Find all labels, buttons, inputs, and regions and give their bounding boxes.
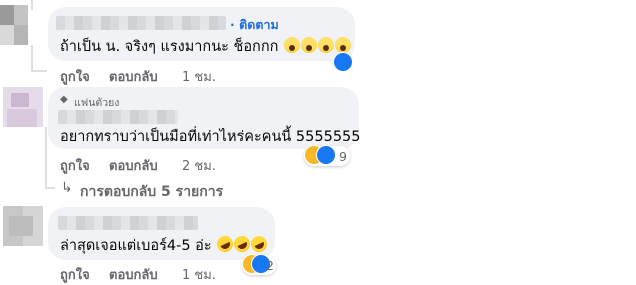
commenter-name-blurred[interactable]	[58, 110, 178, 124]
scream-emoji-icon	[335, 37, 351, 53]
avatar[interactable]	[3, 87, 43, 127]
scream-emoji-icon	[284, 37, 300, 53]
top-fan-gem-icon: ◆	[60, 94, 68, 105]
comment-bubble: · ติดตาม ถ้าเป็น น. จริงๆ แรงมากนะ ช็อกก…	[48, 7, 355, 61]
reaction-count: 2	[266, 258, 274, 273]
scream-emoji-icon	[301, 37, 317, 53]
top-fan-badge: แฟนตัวยง	[74, 97, 120, 109]
thread-connector	[45, 187, 55, 189]
comment-text-body: ล่าสุดเจอแต่เบอร์4-5 อ่ะ	[60, 238, 212, 254]
reply-button[interactable]: ตอบกลับ	[109, 155, 158, 176]
comment-text-body: ถ้าเป็น น. จริงๆ แรงมากนะ ช็อกกก	[60, 39, 279, 55]
reaction-count: 9	[339, 149, 347, 164]
reply-button[interactable]: ตอบกลับ	[109, 264, 158, 285]
scream-emoji-icon	[318, 37, 334, 53]
reply-button[interactable]: ตอบกลับ	[109, 66, 158, 87]
reaction-summary[interactable]: 9	[304, 145, 350, 166]
comment-bubble: ล่าสุดเจอแต่เบอร์4-5 อ่ะ	[48, 207, 275, 260]
thread-connector	[31, 70, 47, 72]
like-button[interactable]: ถูกใจ	[60, 264, 90, 285]
commenter-name-blurred[interactable]	[56, 16, 226, 30]
comment-timestamp[interactable]: 1 ชม.	[182, 66, 216, 87]
comment-bubble: ◆ แฟนตัวยง อยากทราบว่าเป็นมือที่เท่าไหร่…	[48, 87, 361, 149]
comment-timestamp[interactable]: 1 ชม.	[182, 264, 216, 285]
comment-text: อยากทราบว่าเป็นมือที่เท่าไหร่คะคนนี้ 555…	[60, 129, 361, 145]
comment-text: ล่าสุดเจอแต่เบอร์4-5 อ่ะ	[60, 233, 270, 255]
follow-link[interactable]: · ติดตาม	[230, 15, 279, 35]
comment-text: ถ้าเป็น น. จริงๆ แรงมากนะ ช็อกกก	[60, 37, 351, 56]
commenter-name-blurred[interactable]	[58, 216, 198, 230]
like-button[interactable]: ถูกใจ	[60, 155, 90, 176]
thread-connector	[31, 45, 33, 70]
like-button[interactable]: ถูกใจ	[60, 66, 90, 87]
view-replies-link[interactable]: การตอบกลับ 5 รายการ	[80, 181, 223, 203]
avatar[interactable]	[0, 5, 40, 45]
like-reaction-icon	[316, 145, 336, 165]
thread-connector	[45, 127, 47, 187]
like-reaction-icon[interactable]	[333, 52, 353, 72]
reaction-summary[interactable]: 2	[242, 254, 276, 275]
comment-timestamp[interactable]: 2 ชม.	[182, 155, 216, 176]
reply-arrow-icon: ↳	[61, 180, 73, 196]
avatar[interactable]	[3, 206, 43, 246]
rofl-emoji-icon	[248, 233, 270, 255]
